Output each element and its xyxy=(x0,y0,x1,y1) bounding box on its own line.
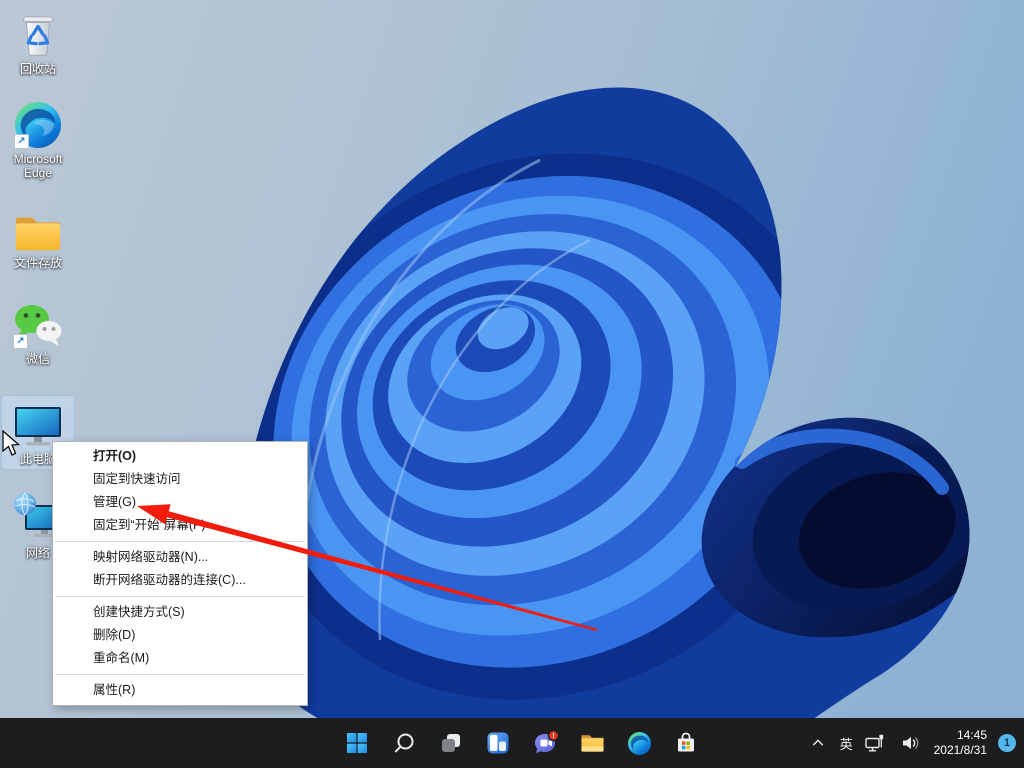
ime-indicator[interactable]: 英 xyxy=(840,734,853,753)
icon-label: 微信 xyxy=(25,352,50,366)
menu-item-delete[interactable]: 删除(D) xyxy=(53,624,307,647)
desktop-icon-recycle-bin[interactable]: 回收站 xyxy=(2,6,74,79)
menu-item-pin-to-quick-access[interactable]: 固定到快速访问 xyxy=(53,468,307,491)
shortcut-arrow-icon: ↗ xyxy=(13,334,28,349)
edge-icon xyxy=(627,731,651,755)
desktop: 回收站 ↗ Microsoft Edge 文件存放 ↗ 微信 此电脑 网络 打开… xyxy=(0,0,1024,768)
context-menu: 打开(O) 固定到快速访问 管理(G) 固定到“开始”屏幕(P) 映射网络驱动器… xyxy=(52,441,308,706)
clock-date: 2021/8/31 xyxy=(933,743,987,757)
menu-item-disconnect-network-drive[interactable]: 断开网络驱动器的连接(C)... xyxy=(53,569,307,592)
chevron-up-icon xyxy=(812,739,823,746)
chat-button[interactable]: ! xyxy=(529,727,561,759)
folder-icon xyxy=(13,202,63,254)
file-explorer-button[interactable] xyxy=(576,727,608,759)
tray-network-button[interactable] xyxy=(864,727,888,759)
wechat-icon: ↗ xyxy=(12,298,64,350)
widgets-button[interactable] xyxy=(482,727,514,759)
menu-item-properties[interactable]: 属性(R) xyxy=(53,679,307,702)
task-view-icon xyxy=(442,734,460,752)
menu-separator xyxy=(55,674,305,675)
icon-label: 文件存放 xyxy=(13,256,62,270)
taskbar-center: ! xyxy=(341,718,702,768)
chat-badge: ! xyxy=(552,731,555,740)
icon-label: 回收站 xyxy=(19,62,56,76)
speaker-icon xyxy=(902,737,918,749)
shortcut-arrow-icon: ↗ xyxy=(14,134,29,149)
store-icon xyxy=(678,732,694,752)
taskbar-tray: 英 14:45 2021/8/31 1 xyxy=(807,718,1016,768)
search-button[interactable] xyxy=(388,727,420,759)
tray-chevron-button[interactable] xyxy=(807,727,829,759)
search-icon xyxy=(394,733,414,753)
ethernet-network-icon xyxy=(865,734,884,751)
task-view-button[interactable] xyxy=(435,727,467,759)
edge-taskbar-button[interactable] xyxy=(623,727,655,759)
clock-time: 14:45 xyxy=(956,728,987,742)
windows-start-icon xyxy=(347,733,367,753)
taskbar: ! 英 14:45 2021/8/31 1 xyxy=(0,718,1024,768)
menu-item-rename[interactable]: 重命名(M) xyxy=(53,647,307,670)
widgets-icon xyxy=(487,732,509,754)
menu-item-map-network-drive[interactable]: 映射网络驱动器(N)... xyxy=(53,546,307,569)
start-button[interactable] xyxy=(341,727,373,759)
notification-badge[interactable]: 1 xyxy=(998,734,1016,752)
menu-item-manage[interactable]: 管理(G) xyxy=(53,491,307,514)
edge-icon: ↗ xyxy=(13,98,63,150)
store-button[interactable] xyxy=(670,727,702,759)
icon-label: 网络 xyxy=(25,546,50,560)
menu-separator xyxy=(55,596,305,597)
menu-item-pin-to-start[interactable]: 固定到“开始”屏幕(P) xyxy=(53,514,307,537)
icon-label: Microsoft Edge xyxy=(13,152,63,180)
chat-icon: ! xyxy=(534,729,559,753)
desktop-icon-wechat[interactable]: ↗ 微信 xyxy=(2,296,74,369)
recycle-bin-icon xyxy=(15,8,61,60)
file-explorer-icon xyxy=(580,735,604,752)
menu-item-open[interactable]: 打开(O) xyxy=(53,445,307,468)
menu-separator xyxy=(55,541,305,542)
tray-clock[interactable]: 14:45 2021/8/31 xyxy=(934,728,987,758)
menu-item-create-shortcut[interactable]: 创建快捷方式(S) xyxy=(53,601,307,624)
desktop-icon-file-folder[interactable]: 文件存放 xyxy=(2,200,74,273)
tray-volume-button[interactable] xyxy=(899,727,923,759)
icon-label: 此电脑 xyxy=(19,452,56,466)
desktop-icon-microsoft-edge[interactable]: ↗ Microsoft Edge xyxy=(2,96,74,183)
